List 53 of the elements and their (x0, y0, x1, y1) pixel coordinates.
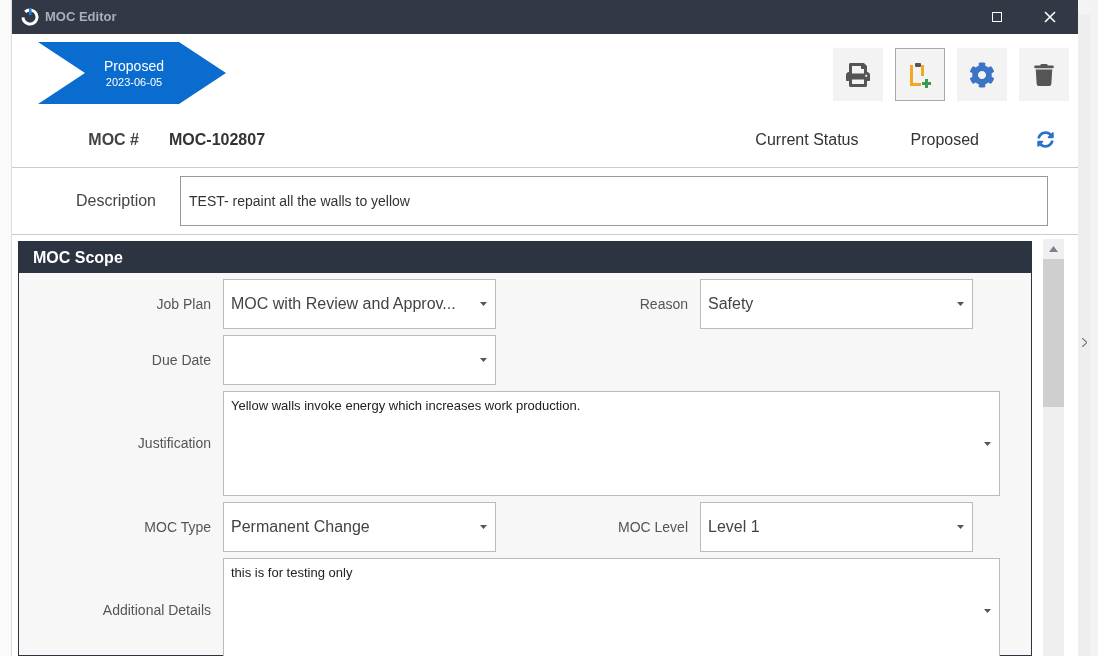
text-area-value: Yellow walls invoke energy which increases work production. (231, 397, 581, 415)
caret-icon (957, 302, 964, 306)
description-value: TEST- repaint all the walls to yellow (189, 191, 410, 211)
stage-label: Proposed (104, 57, 164, 75)
scrollbar-thumb[interactable] (1043, 259, 1064, 407)
dropdown-field[interactable]: MOC with Review and Approv... (223, 279, 496, 329)
trash-icon (1033, 63, 1055, 86)
text-area[interactable]: this is for testing only (223, 558, 1000, 656)
dropdown-value: Safety (708, 294, 755, 314)
caret-icon (480, 358, 487, 362)
description-field[interactable]: TEST- repaint all the walls to yellow (180, 176, 1048, 226)
status-label: Current Status (755, 129, 859, 150)
close-icon (1044, 11, 1056, 23)
dropdown-value: Level 1 (708, 517, 761, 537)
dropdown-field[interactable]: Safety (700, 279, 973, 329)
window-title: MOC Editor (45, 8, 117, 27)
dropdown-field[interactable]: Level 1 (700, 502, 973, 552)
caret-icon (984, 608, 991, 613)
moc-number-value: MOC-102807 (169, 129, 266, 150)
field-label: Justification (136, 434, 212, 453)
stage-date: 2023-06-05 (105, 75, 163, 89)
caret-icon (984, 441, 991, 446)
caret-icon (480, 525, 487, 529)
clipboard-plus-icon (908, 60, 932, 89)
dropdown-value: Permanent Change (231, 517, 371, 537)
toolbar-button[interactable] (833, 48, 883, 101)
field-label: Additional Details (101, 601, 212, 620)
scroll-up-icon[interactable] (1049, 246, 1058, 252)
app-logo-icon (20, 7, 40, 27)
toolbar-button[interactable] (957, 48, 1007, 101)
chevron-right-icon[interactable] (1081, 337, 1087, 347)
printer-icon (846, 62, 870, 87)
field-label: Due Date (150, 351, 212, 370)
dropdown-field[interactable] (223, 335, 496, 385)
toolbar-button[interactable] (895, 48, 945, 101)
dropdown-value: MOC with Review and Approv... (231, 294, 457, 314)
text-area[interactable]: Yellow walls invoke energy which increases work production. (223, 391, 1000, 496)
status-value: Proposed (910, 129, 979, 150)
field-label: MOC Level (616, 518, 689, 537)
toolbar-button[interactable] (1019, 48, 1069, 101)
refresh-icon[interactable] (1037, 131, 1054, 148)
field-label: Job Plan (155, 295, 212, 314)
field-label: MOC Type (143, 518, 212, 537)
description-label: Description (74, 191, 156, 211)
dropdown-field[interactable]: Permanent Change (223, 502, 496, 552)
text-area-value: this is for testing only (231, 564, 353, 582)
field-label: Reason (638, 295, 689, 314)
moc-number-label: MOC # (87, 129, 139, 150)
caret-icon (957, 525, 964, 529)
settings-icon (969, 61, 995, 88)
scrollbar[interactable] (1043, 239, 1064, 656)
caret-icon (480, 302, 487, 306)
section-title: MOC Scope (33, 247, 123, 268)
